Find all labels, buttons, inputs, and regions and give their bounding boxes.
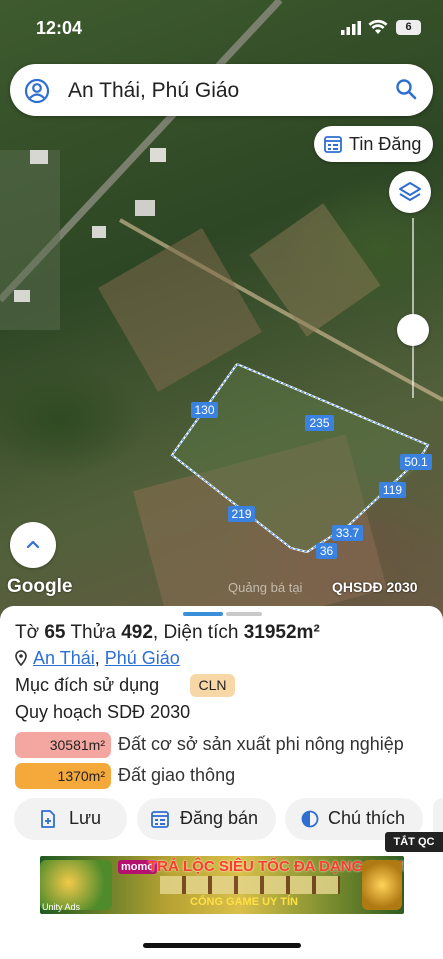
svg-text:235: 235 <box>309 416 329 430</box>
account-icon[interactable] <box>24 78 50 109</box>
district-link[interactable]: Phú Giáo <box>105 648 180 668</box>
layers-button[interactable] <box>389 171 431 213</box>
commune-link[interactable]: An Thái <box>33 648 95 668</box>
search-input[interactable]: An Thái, Phú Giáo <box>68 79 239 103</box>
ad-watermark: Quảng bá tại <box>228 580 303 595</box>
home-indicator[interactable] <box>143 943 301 948</box>
post-for-sale-button[interactable]: Đăng bán <box>137 798 276 840</box>
chevron-up-icon <box>26 540 40 549</box>
plan-zone-desc: Đất giao thông <box>118 765 236 785</box>
plan-badge: QHSDĐ 2030 <box>332 579 418 595</box>
save-button-label: Lưu <box>69 808 102 828</box>
opacity-slider-track[interactable] <box>412 218 414 398</box>
plan-zone-area: 1370m² <box>15 763 111 789</box>
layers-icon <box>399 182 421 201</box>
parcel-title: Tờ 65 Thửa 492, Diện tích 31952m² <box>15 622 320 643</box>
wifi-icon <box>368 19 388 40</box>
contrast-icon <box>301 810 319 828</box>
save-button[interactable]: Lưu <box>14 798 127 840</box>
sheet-handle[interactable] <box>226 612 262 616</box>
ad-subline: CỔNG GAME UY TÍN <box>190 896 298 908</box>
opacity-slider-knob[interactable] <box>397 314 429 346</box>
calendar-list-icon <box>324 135 342 158</box>
search-bar[interactable]: An Thái, Phú Giáo <box>10 64 433 116</box>
legend-button-label: Chú thích <box>328 808 406 828</box>
svg-text:33.7: 33.7 <box>336 526 360 540</box>
svg-text:50.1: 50.1 <box>404 455 428 469</box>
status-time: 12:04 <box>36 18 83 38</box>
cellular-signal-icon <box>341 21 361 40</box>
edge-label: 130 235 219 50.1 119 33.7 36 <box>191 402 432 559</box>
close-ad-button[interactable]: TẮT QC <box>385 832 443 852</box>
listings-button-label: Tin Đăng <box>349 134 422 154</box>
expand-up-button[interactable] <box>10 522 56 568</box>
calendar-list-icon <box>151 811 169 828</box>
parcel-location: An Thái, Phú Giáo <box>15 648 180 671</box>
post-for-sale-label: Đăng bán <box>180 808 259 828</box>
land-use-purpose-label: Mục đích sử dụng <box>15 675 160 695</box>
google-logo: Google <box>7 576 73 597</box>
svg-text:119: 119 <box>383 483 402 497</box>
svg-text:36: 36 <box>320 544 334 558</box>
plan-label: Quy hoạch SDĐ 2030 <box>15 702 191 722</box>
ad-crown-icon <box>362 860 402 910</box>
svg-text:130: 130 <box>194 403 214 417</box>
search-icon[interactable] <box>395 78 417 105</box>
ad-banner[interactable]: momo TRẢ LỘC SIÊU TỐC ĐA DẠNG CHƠI CỔNG … <box>40 856 404 914</box>
plan-zone-desc: Đất cơ sở sản xuất phi nông nghiệp <box>118 734 404 754</box>
file-add-icon <box>41 810 55 828</box>
battery-icon: 6 <box>396 20 421 35</box>
ad-artwork <box>160 876 340 894</box>
land-use-code-badge: CLN <box>190 674 235 697</box>
ad-network-label: Unity Ads <box>42 902 81 912</box>
sheet-handle-active[interactable] <box>183 612 223 616</box>
listings-button[interactable]: Tin Đăng <box>314 126 433 162</box>
svg-text:219: 219 <box>231 507 251 521</box>
status-bar: 12:04 6 <box>0 0 443 56</box>
plan-zone-area: 30581m² <box>15 732 111 758</box>
location-pin-icon <box>15 650 27 671</box>
